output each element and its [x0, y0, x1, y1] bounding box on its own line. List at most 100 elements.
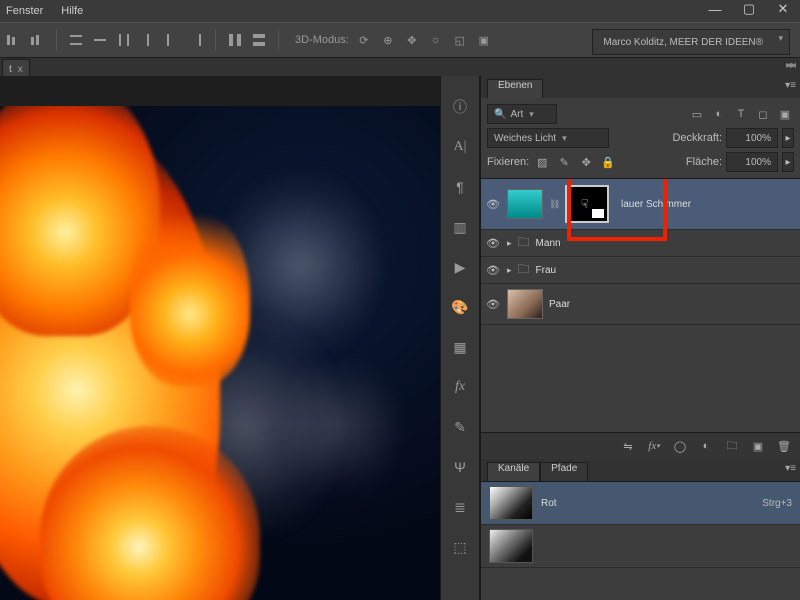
filter-adjust-icon[interactable]: ◐ [710, 105, 728, 123]
layer-fx-icon[interactable]: fx▾ [646, 438, 662, 454]
actions-panel-icon[interactable]: ▶ [449, 256, 471, 278]
link-layers-icon[interactable]: ⇋ [620, 438, 636, 454]
swatches-panel-icon[interactable]: ▥ [449, 216, 471, 238]
channels-panel-tabs: Kanäle Pfade ▾≡ [481, 459, 800, 481]
layer-name[interactable]: Paar [549, 299, 570, 310]
layer-list: 👁 ⛓ ☟ lauer Schimmer 👁 ▸ 🗀 Mann 👁 ▸ 🗀 [481, 179, 800, 432]
fill-label: Fläche: [686, 156, 722, 168]
add-mask-icon[interactable]: ◯ [672, 438, 688, 454]
fill-flyout[interactable]: ▸ [782, 152, 794, 172]
lock-transparency-icon[interactable]: ▨ [533, 153, 551, 171]
distribute-icon-4[interactable] [139, 31, 157, 49]
filter-shape-icon[interactable]: ◻ [754, 105, 772, 123]
mode-3d-label: 3D-Modus: [295, 34, 349, 46]
layer-thumbnail[interactable] [507, 189, 543, 219]
visibility-toggle-icon[interactable]: 👁 [485, 298, 501, 311]
layers-tab[interactable]: Ebenen [487, 79, 543, 98]
visibility-toggle-icon[interactable]: 👁 [485, 264, 501, 277]
right-panels: ▸ ▸ Ebenen ▾≡ 🔍Art ▭ ◐ T ◻ ▣ Weiches Lich… [480, 76, 800, 600]
pan-3d-icon[interactable]: ⊕ [379, 31, 397, 49]
window-minimize-button[interactable]: — [704, 1, 726, 17]
layers-panel-header: 🔍Art ▭ ◐ T ◻ ▣ Weiches Licht Deckkraft: … [481, 98, 800, 179]
filter-type-icon[interactable]: T [732, 105, 750, 123]
lock-position-icon[interactable]: ✥ [577, 153, 595, 171]
blend-mode-dropdown[interactable]: Weiches Licht [487, 128, 609, 148]
filter-image-icon[interactable]: ▭ [688, 105, 706, 123]
panel-menu-icon[interactable]: ▾≡ [785, 463, 796, 474]
distribute-icon-5[interactable] [163, 31, 181, 49]
opacity-field[interactable]: 100% [726, 128, 778, 148]
filter-smart-icon[interactable]: ▣ [776, 105, 794, 123]
channel-row-rot[interactable]: Rot Strg+3 [481, 482, 800, 525]
layer-kind-filter[interactable]: 🔍Art [487, 104, 557, 124]
styles-panel-icon[interactable]: fx [449, 376, 471, 398]
collapse-right-icon[interactable]: ▸▸ [786, 60, 796, 71]
layer-name[interactable]: lauer Schimmer [621, 199, 691, 210]
channel-row[interactable] [481, 525, 800, 568]
align-icon-2[interactable] [28, 31, 46, 49]
lock-all-icon[interactable]: 🔒 [599, 153, 617, 171]
layer-row-paar[interactable]: 👁 Paar [481, 284, 800, 325]
usb-panel-icon[interactable]: Ψ [449, 456, 471, 478]
close-tab-icon[interactable]: x [18, 64, 23, 75]
brushes-panel-icon[interactable]: ✎ [449, 416, 471, 438]
camera-3d-icon[interactable]: ▣ [475, 31, 493, 49]
fill-field[interactable]: 100% [726, 152, 778, 172]
spacing-icon[interactable] [226, 31, 244, 49]
new-group-icon[interactable]: 🗀 [724, 438, 740, 454]
visibility-toggle-icon[interactable]: 👁 [485, 198, 501, 211]
distribute-icon-6[interactable] [187, 31, 205, 49]
distribute-icon-3[interactable] [115, 31, 133, 49]
window-maximize-button[interactable]: ▢ [738, 1, 760, 17]
channel-shortcut: Strg+3 [762, 498, 792, 509]
menu-fenster[interactable]: Fenster [6, 5, 43, 17]
grid-panel-icon[interactable]: ▦ [449, 336, 471, 358]
menu-hilfe[interactable]: Hilfe [61, 5, 83, 17]
layer-name[interactable]: Mann [536, 238, 561, 249]
character-panel-icon[interactable]: A| [449, 136, 471, 158]
layer-row-mann[interactable]: 👁 ▸ 🗀 Mann [481, 230, 800, 257]
move-3d-icon[interactable]: ✥ [403, 31, 421, 49]
paths-tab[interactable]: Pfade [540, 462, 588, 481]
menubar: Fenster Hilfe — ▢ ✕ [0, 0, 800, 22]
expand-group-icon[interactable]: ▸ [507, 265, 512, 276]
mask-link-icon[interactable]: ⛓ [549, 199, 559, 210]
document-tab-label: t [9, 64, 12, 75]
distribute-icon[interactable] [67, 31, 85, 49]
window-close-button[interactable]: ✕ [772, 1, 794, 17]
channel-thumbnail[interactable] [489, 486, 533, 520]
channel-thumbnail[interactable] [489, 529, 533, 563]
channels-panel: Rot Strg+3 [481, 481, 800, 600]
paragraph-panel-icon[interactable]: ¶ [449, 176, 471, 198]
layers-panel-icon[interactable]: ≣ [449, 496, 471, 518]
adjustment-layer-icon[interactable]: ◐ [698, 438, 714, 454]
light-3d-icon[interactable]: ☼ [427, 31, 445, 49]
orbit-3d-icon[interactable]: ⟳ [355, 31, 373, 49]
3d-panel-icon[interactable]: ⬚ [449, 536, 471, 558]
visibility-toggle-icon[interactable]: 👁 [485, 237, 501, 250]
channels-tab[interactable]: Kanäle [487, 462, 540, 481]
distribute-icon-2[interactable] [91, 31, 109, 49]
folder-icon: 🗀 [518, 233, 530, 254]
workspace-dropdown[interactable]: Marco Kolditz, MEER DER IDEEN® [592, 29, 790, 55]
cube-3d-icon[interactable]: ◱ [451, 31, 469, 49]
document-tab-bar: t x ◂◂ [0, 58, 800, 78]
canvas[interactable] [0, 106, 440, 600]
folder-icon: 🗀 [518, 260, 530, 281]
new-layer-icon[interactable]: ▣ [750, 438, 766, 454]
spacing-icon-2[interactable] [250, 31, 268, 49]
layer-mask-thumbnail[interactable]: ☟ [565, 185, 609, 223]
layer-row-blauer-schimmer[interactable]: 👁 ⛓ ☟ lauer Schimmer [481, 179, 800, 230]
align-icon[interactable] [4, 31, 22, 49]
opacity-flyout[interactable]: ▸ [782, 128, 794, 148]
color-panel-icon[interactable]: 🎨 [449, 296, 471, 318]
delete-layer-icon[interactable]: 🗑 [776, 438, 792, 454]
info-panel-icon[interactable]: ⓘ [449, 96, 471, 118]
layer-name[interactable]: Frau [536, 265, 557, 276]
panel-menu-icon[interactable]: ▾≡ [785, 80, 796, 91]
layer-thumbnail[interactable] [507, 289, 543, 319]
expand-group-icon[interactable]: ▸ [507, 238, 512, 249]
lock-paint-icon[interactable]: ✎ [555, 153, 573, 171]
collapsed-panels-strip: ▸▸ ⓘ A| ¶ ▥ ▶ 🎨 ▦ fx ✎ Ψ ≣ ⬚ [440, 76, 480, 600]
layer-row-frau[interactable]: 👁 ▸ 🗀 Frau [481, 257, 800, 284]
